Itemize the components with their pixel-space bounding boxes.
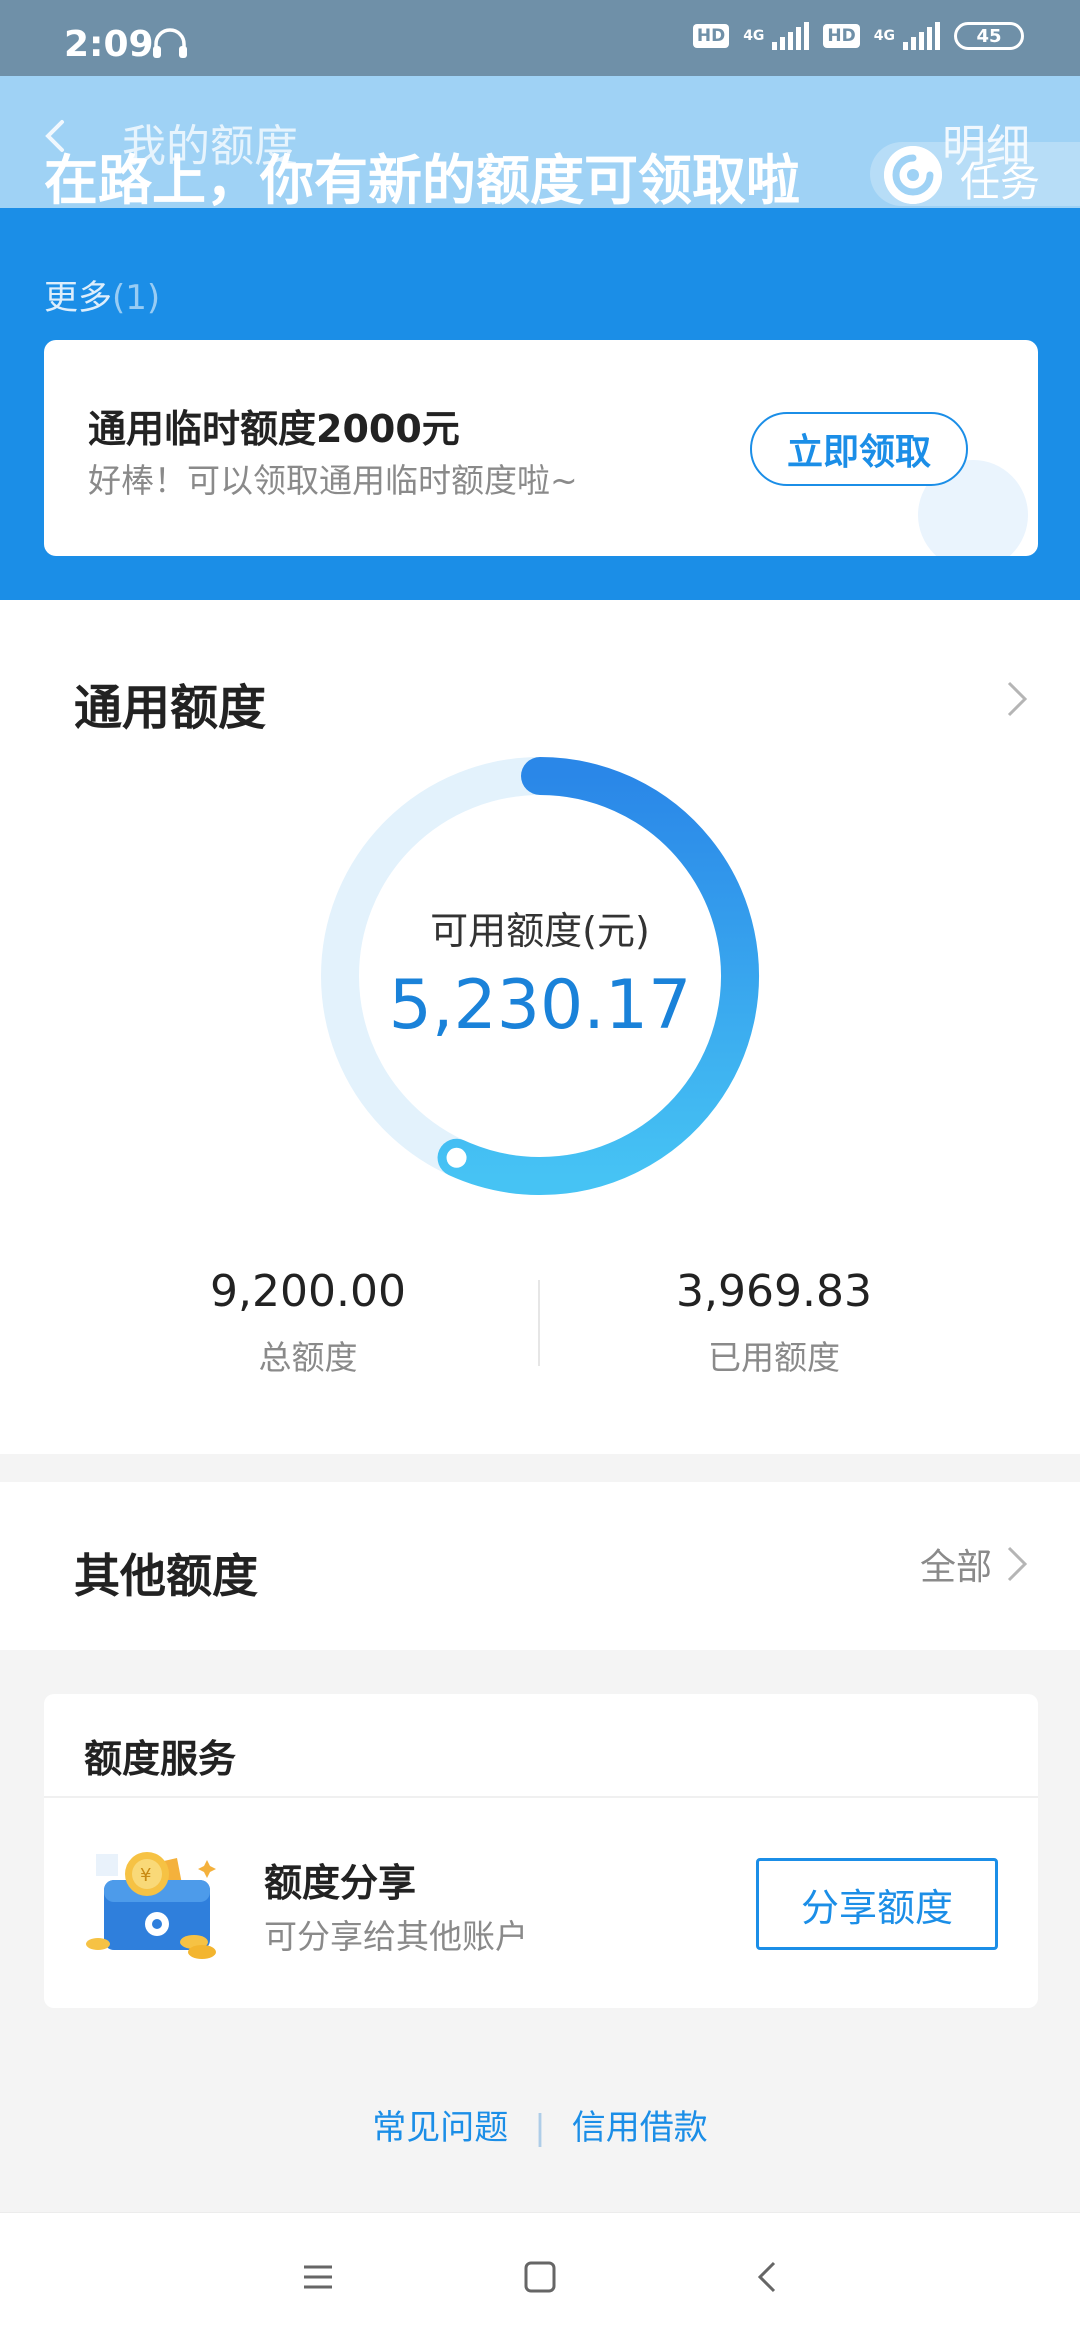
temp-quota-card: 通用临时额度2000元 好棒！可以领取通用临时额度啦~ 立即领取 — [44, 340, 1038, 556]
faq-link[interactable]: 常见问题 — [372, 2108, 508, 2148]
view-all-link[interactable]: 全部 — [920, 1538, 1028, 1590]
headphone-icon — [153, 28, 187, 58]
link-separator: | — [534, 2108, 546, 2148]
other-quota-row[interactable]: 其他额度 全部 — [0, 1482, 1080, 1650]
available-quota-label: 可用额度(元) — [430, 909, 650, 953]
share-quota-title: 额度分享 — [264, 1861, 417, 1905]
total-quota-label: 总额度 — [258, 1338, 358, 1377]
chevron-right-icon[interactable] — [1006, 680, 1028, 718]
claim-now-button[interactable]: 立即领取 — [750, 412, 968, 486]
promo-title: 通用临时额度2000元 — [88, 407, 460, 451]
stat-divider — [538, 1280, 540, 1366]
more-link[interactable]: 更多(1) — [44, 270, 160, 319]
status-icons: HD 4G HD 4G 45 — [692, 22, 1024, 50]
total-quota: 9,200.00 总额度 — [128, 1266, 488, 1379]
task-logo-icon — [884, 146, 942, 204]
signal-icon — [772, 22, 810, 50]
home-icon[interactable] — [516, 2253, 564, 2301]
credit-loan-link[interactable]: 信用借款 — [572, 2108, 708, 2148]
quota-service-card: 额度服务 ¥ 额度分享 可分享给其他账户 分享额度 — [44, 1694, 1038, 2008]
other-quota-title: 其他额度 — [74, 1549, 258, 1603]
system-nav-bar — [0, 2212, 1080, 2340]
task-label: 任务 — [960, 160, 1040, 206]
used-quota: 3,969.83 已用额度 — [594, 1266, 954, 1379]
more-count: (1) — [112, 278, 161, 318]
promo-subtitle: 好棒！可以领取通用临时额度啦~ — [88, 461, 578, 500]
banner-text: 在路上，你有新的额度可领取啦 — [44, 149, 800, 212]
back-icon[interactable] — [744, 2253, 792, 2301]
available-quota-value: 5,230.17 — [388, 966, 692, 1045]
total-quota-value: 9,200.00 — [210, 1266, 406, 1317]
hd-icon: HD — [692, 24, 730, 48]
more-label: 更多 — [44, 278, 112, 318]
quota-header: 我的额度 在路上，你有新的额度可领取啦 明细 任务 更多(1) 通用临时额度20… — [0, 76, 1080, 600]
svg-text:¥: ¥ — [140, 1865, 151, 1886]
footer-links: 常见问题 | 信用借款 — [0, 2100, 1080, 2149]
battery-icon: 45 — [954, 22, 1024, 50]
wallet-share-icon: ¥ — [86, 1852, 216, 1959]
share-quota-desc: 可分享给其他账户 — [264, 1917, 528, 1956]
hd-icon: HD — [823, 24, 860, 48]
service-header: 额度服务 — [84, 1737, 237, 1781]
ring-end-dot — [446, 1147, 467, 1168]
signal-icon — [903, 22, 940, 50]
chevron-right-icon — [1007, 1546, 1028, 1582]
task-button[interactable]: 任务 — [870, 142, 1080, 206]
menu-icon[interactable] — [294, 2253, 342, 2301]
network-type: 4G — [873, 28, 895, 44]
status-time: 2:09 — [64, 24, 154, 65]
used-quota-value: 3,969.83 — [676, 1266, 872, 1317]
general-quota-title: 通用额度 — [74, 680, 267, 736]
general-quota-section: 通用额度 可用额度(元) 5,230.17 9,200.00 总额度 3,969… — [0, 600, 1080, 1454]
used-quota-label: 已用额度 — [708, 1338, 840, 1377]
network-type: 4G — [743, 28, 765, 44]
divider — [44, 1796, 1038, 1798]
status-bar: 2:09 HD 4G HD 4G 45 — [0, 0, 1080, 76]
share-quota-button[interactable]: 分享额度 — [756, 1858, 998, 1950]
view-all-label: 全部 — [919, 1547, 992, 1588]
